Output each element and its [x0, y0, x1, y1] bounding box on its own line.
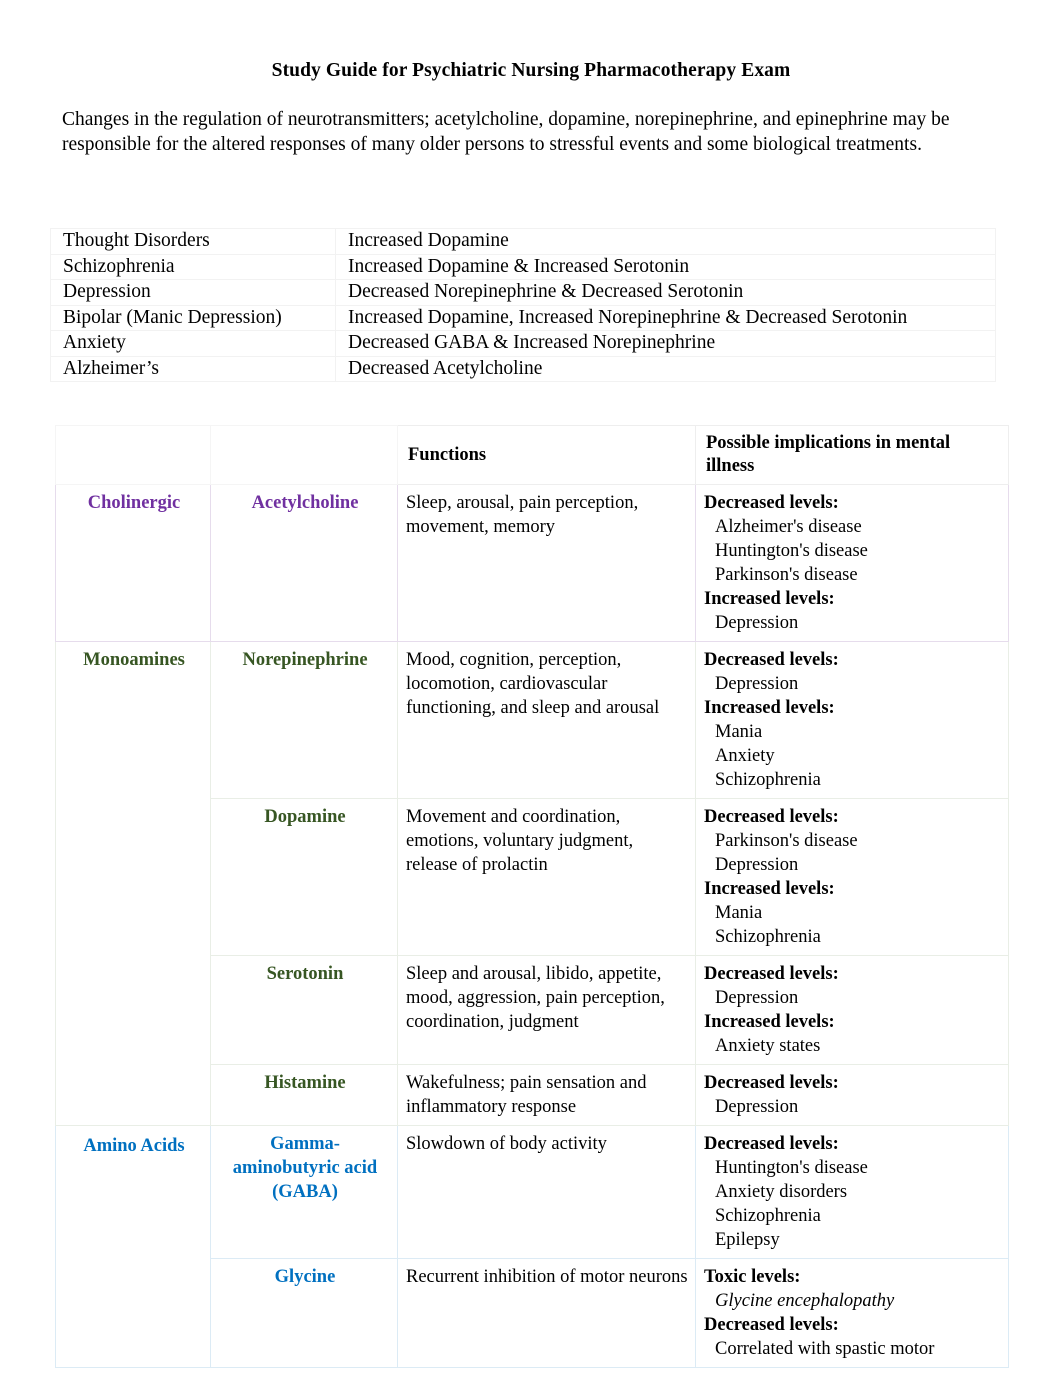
implication-item: Epilepsy — [715, 1230, 780, 1250]
implication-label: Increased levels: — [704, 698, 835, 718]
implication-item: Schizophrenia — [715, 1206, 821, 1226]
neurotransmitter-name: Acetylcholine — [210, 484, 398, 642]
table-row-norepinephrine: Monoamines Norepinephrine Mood, cognitio… — [55, 641, 1009, 1126]
implication-item: Parkinson's disease — [715, 831, 858, 851]
group-label-cholinergic: Cholinergic — [55, 484, 211, 642]
header-group-blank — [55, 425, 211, 485]
table-row: Schizophrenia Increased Dopamine & Incre… — [50, 253, 996, 280]
table-row-gaba: Amino Acids Gamma-aminobutyric acid (GAB… — [55, 1125, 1009, 1368]
disorder-name: Anxiety — [50, 330, 336, 357]
neurotransmitter-table: Functions Possible implications in menta… — [55, 425, 1009, 1368]
group-label-amino-acids: Amino Acids — [55, 1125, 211, 1368]
neurotransmitter-implications: Decreased levels: Huntington's disease A… — [695, 1125, 1009, 1259]
neurotransmitter-functions: Recurrent inhibition of motor neurons — [397, 1258, 696, 1368]
implication-item: Depression — [715, 613, 799, 633]
neurotransmitter-functions: Wakefulness; pain sensation and inflamma… — [397, 1064, 696, 1126]
implication-label: Decreased levels: — [704, 1073, 839, 1093]
table-row-acetylcholine: Cholinergic Acetylcholine Sleep, arousal… — [55, 484, 1009, 642]
intro-paragraph: Changes in the regulation of neurotransm… — [62, 109, 950, 155]
neurotransmitter-functions: Movement and coordination, emotions, vol… — [397, 798, 696, 956]
neurotransmitter-implications: Decreased levels: Depression — [695, 1064, 1009, 1126]
neurotransmitter-name: Glycine — [210, 1258, 398, 1368]
implication-item: Correlated with spastic motor — [715, 1339, 935, 1359]
neurotransmitter-implications: Decreased levels: Parkinson's disease De… — [695, 798, 1009, 956]
header-implications: Possible implications in mental illness — [695, 425, 1009, 485]
neurotransmitter-functions: Sleep and arousal, libido, appetite, moo… — [397, 955, 696, 1065]
implication-label: Decreased levels: — [704, 650, 839, 670]
implication-label: Increased levels: — [704, 879, 835, 899]
neurotransmitter-implications: Decreased levels: Depression Increased l… — [695, 641, 1009, 799]
implication-item: Schizophrenia — [715, 927, 821, 947]
implication-label: Decreased levels: — [704, 493, 839, 513]
implication-label: Increased levels: — [704, 589, 835, 609]
disorder-table-body: Thought Disorders Increased Dopamine Sch… — [50, 228, 996, 382]
implication-item: Glycine encephalopathy — [715, 1291, 895, 1311]
implication-label: Decreased levels: — [704, 1315, 839, 1335]
table-header-row: Functions Possible implications in menta… — [55, 425, 1009, 485]
implication-item: Anxiety states — [715, 1036, 821, 1056]
disorder-name: Depression — [50, 279, 336, 306]
implication-item: Anxiety — [715, 746, 775, 766]
implication-item: Depression — [715, 1097, 799, 1117]
disorder-name: Alzheimer’s — [50, 355, 336, 382]
disorder-neurotransmitters: Decreased Norepinephrine & Decreased Ser… — [335, 279, 996, 306]
neurotransmitter-implications: Decreased levels: Depression Increased l… — [695, 955, 1009, 1065]
disorder-neurotransmitters: Decreased GABA & Increased Norepinephrin… — [335, 330, 996, 357]
neurotransmitter-functions: Mood, cognition, perception, locomotion,… — [397, 641, 696, 799]
disorder-neurotransmitters: Increased Dopamine & Increased Serotonin — [335, 253, 996, 280]
header-neurotransmitter-blank — [210, 425, 398, 485]
implication-item: Schizophrenia — [715, 770, 821, 790]
table-row: Anxiety Decreased GABA & Increased Norep… — [50, 330, 996, 357]
implication-item: Mania — [715, 722, 763, 742]
neurotransmitter-implications: Toxic levels: Glycine encephalopathy Dec… — [695, 1258, 1009, 1368]
disorder-name: Bipolar (Manic Depression) — [50, 304, 336, 331]
implication-label: Decreased levels: — [704, 807, 839, 827]
implication-item: Anxiety disorders — [715, 1182, 848, 1202]
table-row: Alzheimer’s Decreased Acetylcholine — [50, 355, 996, 382]
implication-item: Depression — [715, 855, 799, 875]
disorder-name: Thought Disorders — [50, 228, 336, 255]
disorder-neurotransmitters: Increased Dopamine — [335, 228, 996, 255]
neurotransmitter-functions: Slowdown of body activity — [397, 1125, 696, 1259]
implication-item: Depression — [715, 674, 799, 694]
implication-label: Decreased levels: — [704, 964, 839, 984]
disorder-table: Thought Disorders Increased Dopamine Sch… — [50, 228, 996, 382]
implication-item: Parkinson's disease — [715, 565, 858, 585]
implication-item: Mania — [715, 903, 763, 923]
neurotransmitter-name: Norepinephrine — [210, 641, 398, 799]
disorder-name: Schizophrenia — [50, 253, 336, 280]
implication-item: Depression — [715, 988, 799, 1008]
neurotransmitter-name: Histamine — [210, 1064, 398, 1126]
implication-label: Toxic levels: — [704, 1267, 801, 1287]
neurotransmitter-name: Gamma-aminobutyric acid (GABA) — [210, 1125, 398, 1259]
table-row: Bipolar (Manic Depression) Increased Dop… — [50, 304, 996, 331]
neurotransmitter-implications: Decreased levels: Alzheimer's disease Hu… — [695, 484, 1009, 642]
implication-item: Huntington's disease — [715, 541, 868, 561]
implication-label: Decreased levels: — [704, 1134, 839, 1154]
disorder-neurotransmitters: Increased Dopamine, Increased Norepineph… — [335, 304, 996, 331]
header-functions: Functions — [397, 425, 696, 485]
neurotransmitter-name: Dopamine — [210, 798, 398, 956]
table-row: Depression Decreased Norepinephrine & De… — [50, 279, 996, 306]
implication-label: Increased levels: — [704, 1012, 835, 1032]
neurotransmitter-functions: Sleep, arousal, pain perception, movemen… — [397, 484, 696, 642]
implication-item: Huntington's disease — [715, 1158, 868, 1178]
document-page: Study Guide for Psychiatric Nursing Phar… — [0, 0, 1062, 1377]
implication-item: Alzheimer's disease — [715, 517, 862, 537]
neurotransmitter-name: Serotonin — [210, 955, 398, 1065]
neurotransmitter-table-body: Functions Possible implications in menta… — [55, 425, 1009, 1368]
page-title: Study Guide for Psychiatric Nursing Phar… — [271, 60, 791, 81]
table-row: Thought Disorders Increased Dopamine — [50, 228, 996, 255]
group-label-monoamines: Monoamines — [55, 641, 211, 1126]
disorder-neurotransmitters: Decreased Acetylcholine — [335, 355, 996, 382]
